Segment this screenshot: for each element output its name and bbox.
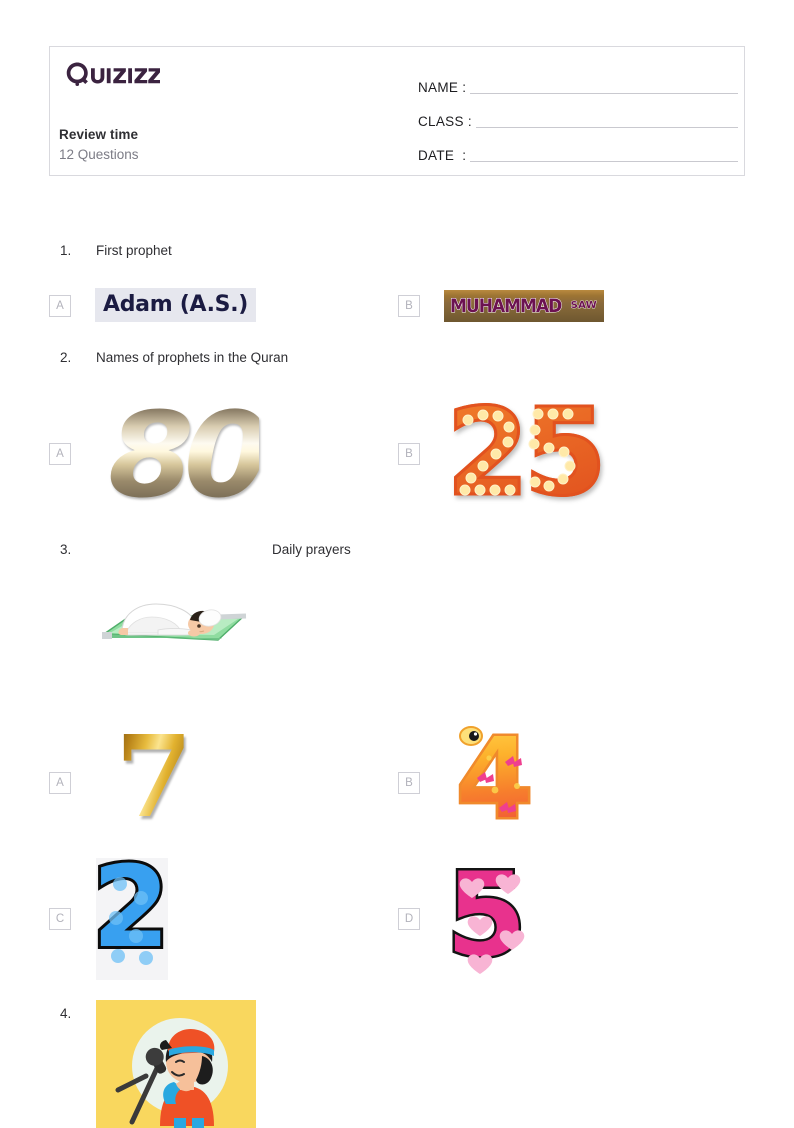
class-field-input[interactable] <box>475 126 738 128</box>
question-3-option-a-badge[interactable]: A <box>49 772 71 794</box>
question-1-option-b-badge[interactable]: B <box>398 295 420 317</box>
question-4-number: 4. <box>60 1006 72 1021</box>
date-field-input[interactable] <box>470 160 738 162</box>
date-field-label: DATE : <box>418 148 467 163</box>
question-2-text: Names of prophets in the Quran <box>96 350 289 365</box>
number-80-art: 80 <box>108 386 270 524</box>
praying-person-illustration <box>100 590 248 648</box>
question-2-option-b-image[interactable]: 25 <box>445 392 794 515</box>
question-1-text: First prophet <box>96 243 172 258</box>
worksheet-header-card: Review time 12 Questions NAME : CLASS : … <box>49 46 745 176</box>
muhammad-banner-saw-text: SAW <box>570 300 597 312</box>
question-3-header: 3. Daily prayers <box>0 542 794 564</box>
class-field-label: CLASS : <box>418 114 472 129</box>
question-1-header: 1. First prophet <box>0 243 794 265</box>
question-2-number: 2. <box>60 350 72 365</box>
name-field-row: NAME : <box>418 63 738 97</box>
quiz-question-count: 12 Questions <box>59 147 139 162</box>
name-field-label: NAME : <box>418 80 467 95</box>
question-3-option-b-badge[interactable]: B <box>398 772 420 794</box>
class-field-row: CLASS : <box>418 97 738 131</box>
question-2-option-b-badge[interactable]: B <box>398 443 420 465</box>
question-1-number: 1. <box>60 243 72 258</box>
question-2-option-a-image[interactable]: 80 <box>108 396 270 514</box>
question-2-header: 2. Names of prophets in the Quran <box>0 350 794 372</box>
question-3-number: 3. <box>60 542 72 557</box>
question-3-option-b-image[interactable]: 4 <box>454 720 536 837</box>
question-3-option-c-badge[interactable]: C <box>49 908 71 930</box>
number-5-art: 5 <box>444 848 530 983</box>
question-3: 3. Daily prayers <box>0 542 794 564</box>
adam-as-label: Adam (A.S.) <box>95 288 257 322</box>
question-4-prompt-image <box>96 1000 256 1128</box>
number-2-canvas: 2 <box>96 858 168 980</box>
question-2: 2. Names of prophets in the Quran <box>0 350 794 372</box>
question-3-text: Daily prayers <box>272 542 351 557</box>
question-1: 1. First prophet <box>0 243 794 265</box>
butterfly-decor-icon <box>459 726 522 813</box>
quiz-title: Review time <box>59 127 139 142</box>
number-7-art: 7 <box>115 712 193 843</box>
number-25-art: 25 <box>445 392 794 515</box>
question-3-option-c-image[interactable]: 2 <box>96 858 168 980</box>
muhammad-saw-banner: MUHAMMAD SAW <box>444 290 604 322</box>
name-field-input[interactable] <box>470 92 738 94</box>
quizizz-logo <box>64 61 160 87</box>
question-3-prompt-image <box>100 590 248 648</box>
number-2-art: 2 <box>96 858 168 973</box>
muhammad-banner-text: MUHAMMAD <box>450 294 563 318</box>
question-1-option-a-image[interactable]: Adam (A.S.) <box>95 288 257 322</box>
question-1-option-b-image[interactable]: MUHAMMAD SAW <box>444 290 604 322</box>
student-info-fields: NAME : CLASS : DATE : <box>418 63 738 165</box>
date-field-row: DATE : <box>418 131 738 165</box>
question-1-option-a-badge[interactable]: A <box>49 295 71 317</box>
question-3-option-d-badge[interactable]: D <box>398 908 420 930</box>
question-3-option-a-image[interactable]: 7 <box>115 722 193 834</box>
question-3-option-d-image[interactable]: 5 <box>444 848 530 983</box>
singing-child-illustration <box>96 1000 256 1128</box>
question-2-option-a-badge[interactable]: A <box>49 443 71 465</box>
